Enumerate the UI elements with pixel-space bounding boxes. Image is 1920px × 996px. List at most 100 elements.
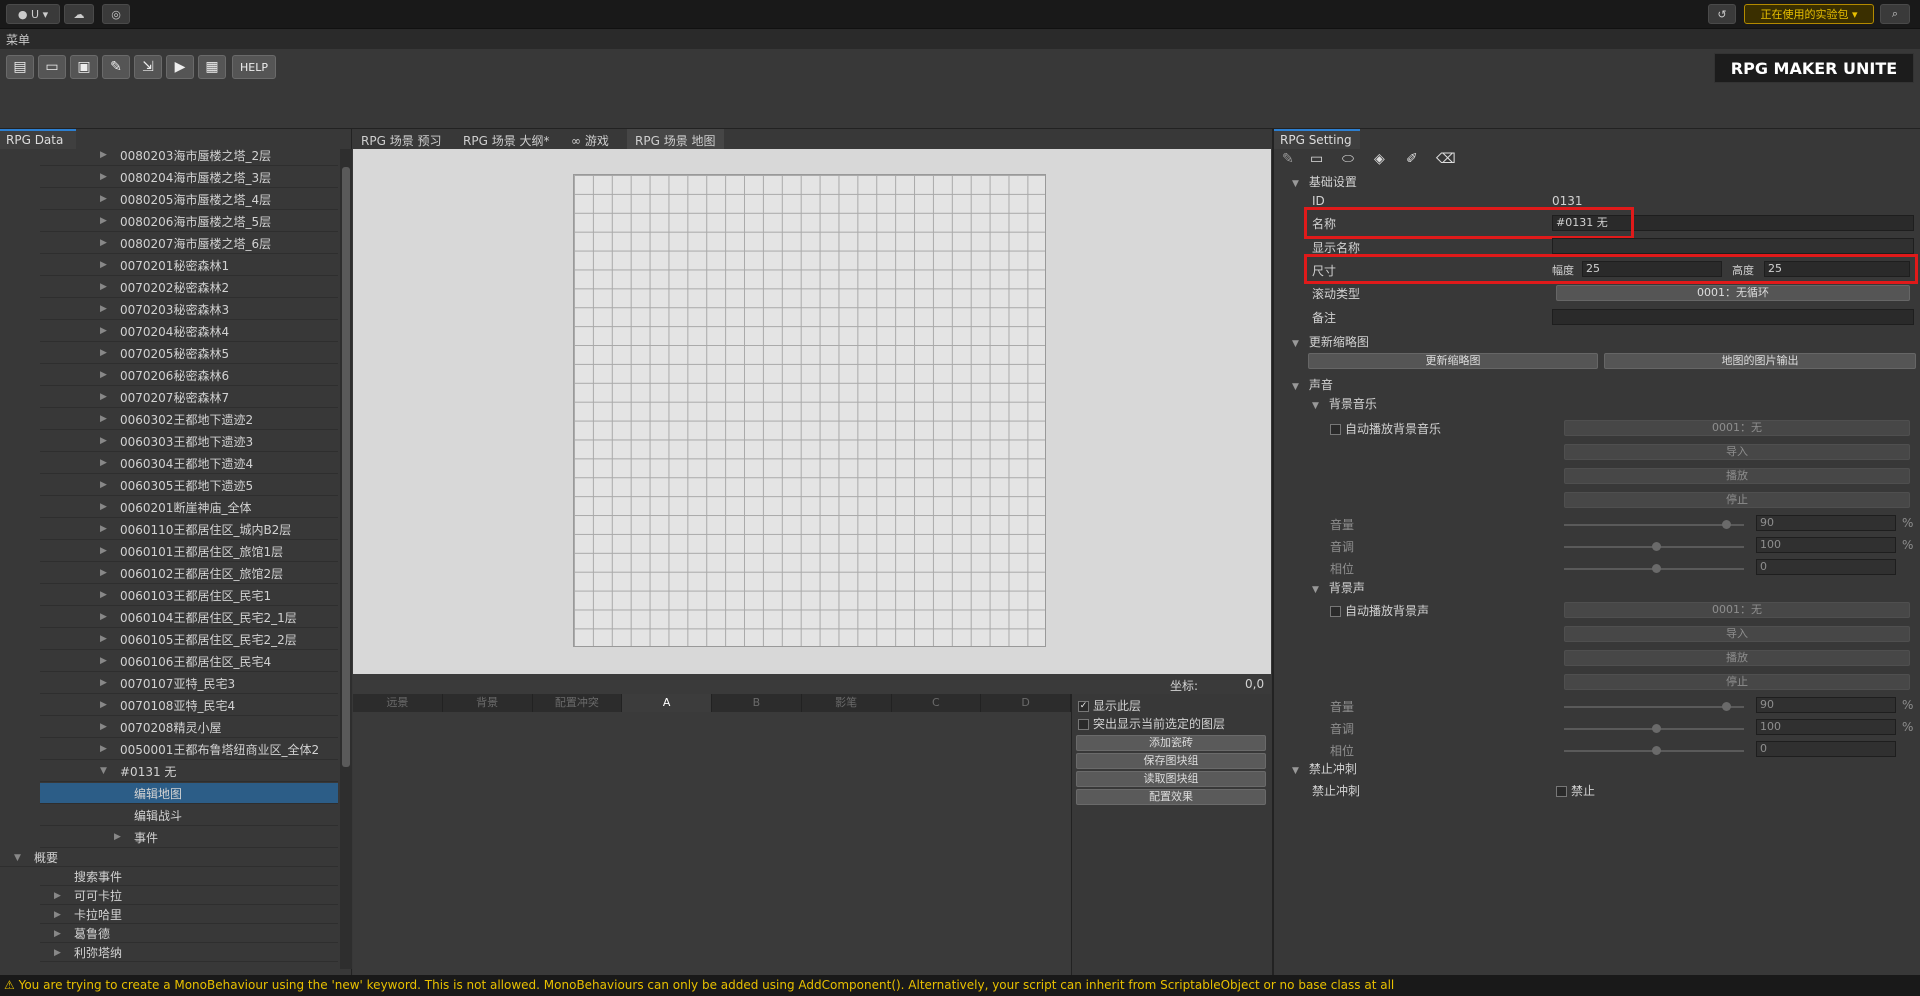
open-button[interactable]: ▭ bbox=[38, 55, 66, 79]
tree-item-map[interactable]: ▶ 0060103王都居住区_民宅1 bbox=[40, 585, 338, 606]
fill-tool-icon[interactable]: ◈ bbox=[1374, 151, 1385, 167]
tree-item-current-map[interactable]: ▼ #0131 无 bbox=[40, 761, 338, 782]
triangle-right-icon[interactable]: ▶ bbox=[100, 502, 114, 512]
section-dash[interactable]: ▼ 禁止冲刺 bbox=[1292, 760, 1357, 777]
tree-item-map[interactable]: ▶ 0060101王都居住区_旅馆1层 bbox=[40, 541, 338, 562]
bgs-play-button[interactable]: 播放 bbox=[1564, 650, 1910, 666]
triangle-right-icon[interactable]: ▶ bbox=[100, 656, 114, 666]
layer-tab[interactable]: D bbox=[981, 694, 1071, 712]
triangle-right-icon[interactable]: ▶ bbox=[100, 194, 114, 204]
show-layer-toggle[interactable]: ✓ 显示此层 bbox=[1078, 697, 1141, 714]
tree-item-overview-entry[interactable]: ▶ 可可卡拉 bbox=[40, 887, 338, 905]
triangle-right-icon[interactable]: ▶ bbox=[54, 948, 68, 958]
tree-item-map[interactable]: ▶ 0080204海市蜃楼之塔_3层 bbox=[40, 167, 338, 188]
triangle-right-icon[interactable]: ▶ bbox=[54, 891, 68, 901]
bgs-volume-field[interactable]: 90 bbox=[1756, 697, 1896, 713]
triangle-right-icon[interactable]: ▶ bbox=[100, 524, 114, 534]
collab-button[interactable]: ◎ bbox=[102, 4, 130, 24]
export-map-image-button[interactable]: 地图的图片输出 bbox=[1604, 353, 1916, 369]
triangle-right-icon[interactable]: ▶ bbox=[100, 304, 114, 314]
tree-item-map[interactable]: ▶ 0080205海市蜃楼之塔_4层 bbox=[40, 189, 338, 210]
section-basic[interactable]: ▼ 基础设置 bbox=[1292, 173, 1357, 190]
highlight-layer-toggle[interactable]: 突出显示当前选定的图层 bbox=[1078, 715, 1225, 732]
triangle-right-icon[interactable]: ▶ bbox=[100, 744, 114, 754]
rect-tool-icon[interactable]: ▭ bbox=[1310, 151, 1323, 167]
triangle-right-icon[interactable]: ▶ bbox=[100, 568, 114, 578]
triangle-right-icon[interactable]: ▶ bbox=[100, 216, 114, 226]
account-dropdown[interactable]: ● U ▾ bbox=[6, 4, 60, 24]
deploy-button[interactable]: ⇲ bbox=[134, 55, 162, 79]
update-thumbnail-button[interactable]: 更新缩略图 bbox=[1308, 353, 1598, 369]
tab-rpg-data[interactable]: RPG Data bbox=[0, 129, 76, 149]
tile-palette[interactable] bbox=[353, 712, 1071, 975]
tab-scene-outline[interactable]: RPG 场景 大纲* bbox=[455, 129, 558, 149]
brush-tool-icon[interactable]: ✐ bbox=[1406, 151, 1418, 167]
map-viewport[interactable] bbox=[353, 149, 1271, 674]
eraser-tool-icon[interactable]: ⌫ bbox=[1436, 151, 1456, 167]
triangle-right-icon[interactable]: ▶ bbox=[100, 436, 114, 446]
triangle-right-icon[interactable]: ▶ bbox=[100, 634, 114, 644]
bgm-play-button[interactable]: 播放 bbox=[1564, 468, 1910, 484]
slider-knob[interactable] bbox=[1652, 564, 1661, 573]
menu-label[interactable]: 菜单 bbox=[6, 31, 30, 48]
tree-item-map[interactable]: ▶ 0060305王都地下遗迹5 bbox=[40, 475, 338, 496]
tree-item-map[interactable]: ▶ 0070107亚特_民宅3 bbox=[40, 673, 338, 694]
triangle-right-icon[interactable]: ▶ bbox=[100, 238, 114, 248]
triangle-right-icon[interactable]: ▶ bbox=[100, 590, 114, 600]
section-sound[interactable]: ▼ 声音 bbox=[1292, 376, 1333, 393]
tree-item-overview-entry[interactable]: ▶ 葛鲁德 bbox=[40, 925, 338, 943]
tree-item-map[interactable]: ▶ 0070202秘密森林2 bbox=[40, 277, 338, 298]
triangle-right-icon[interactable]: ▶ bbox=[114, 832, 128, 842]
bgm-phase-slider[interactable] bbox=[1564, 564, 1744, 573]
tree-scrollbar[interactable] bbox=[340, 149, 352, 969]
bgm-stop-button[interactable]: 停止 bbox=[1564, 492, 1910, 508]
bgs-phase-slider[interactable] bbox=[1564, 746, 1744, 755]
save-tileset-button[interactable]: 保存图块组 bbox=[1076, 753, 1266, 769]
experimental-package-dropdown[interactable]: 正在使用的实验包 ▾ bbox=[1744, 4, 1874, 24]
tree-item-map[interactable]: ▶ 0060102王都居住区_旅馆2层 bbox=[40, 563, 338, 584]
bgs-pitch-slider[interactable] bbox=[1564, 724, 1744, 733]
triangle-right-icon[interactable]: ▶ bbox=[54, 910, 68, 920]
slider-knob[interactable] bbox=[1652, 724, 1661, 733]
triangle-right-icon[interactable]: ▶ bbox=[100, 282, 114, 292]
triangle-right-icon[interactable]: ▶ bbox=[100, 612, 114, 622]
triangle-right-icon[interactable]: ▶ bbox=[100, 150, 114, 160]
save-button[interactable]: ▣ bbox=[70, 55, 98, 79]
tree-item-map[interactable]: ▶ 0070207秘密森林7 bbox=[40, 387, 338, 408]
addon-button[interactable]: ▦ bbox=[198, 55, 226, 79]
bgm-pitch-field[interactable]: 100 bbox=[1756, 537, 1896, 553]
auto-bgm-toggle[interactable]: 自动播放背景音乐 bbox=[1330, 420, 1441, 437]
tab-scene-map[interactable]: RPG 场景 地图 bbox=[627, 129, 724, 149]
slider-knob[interactable] bbox=[1652, 542, 1661, 551]
tree-item-map[interactable]: ▶ 0060104王都居住区_民宅2_1层 bbox=[40, 607, 338, 628]
triangle-right-icon[interactable]: ▶ bbox=[100, 458, 114, 468]
tree-item-events[interactable]: ▶ 事件 bbox=[40, 827, 338, 848]
tree-item-map[interactable]: ▶ 0070206秘密森林6 bbox=[40, 365, 338, 386]
slider-knob[interactable] bbox=[1652, 746, 1661, 755]
bgm-volume-field[interactable]: 90 bbox=[1756, 515, 1896, 531]
tree-item-map[interactable]: ▶ 0060303王都地下遗迹3 bbox=[40, 431, 338, 452]
pencil-tool-icon[interactable]: ✎ bbox=[1282, 151, 1294, 167]
tree-item-map[interactable]: ▶ 0070205秘密森林5 bbox=[40, 343, 338, 364]
tab-scene-preview[interactable]: RPG 场景 预习 bbox=[353, 129, 450, 149]
bgm-import-button[interactable]: 导入 bbox=[1564, 444, 1910, 460]
tree-item-map[interactable]: ▶ 0070204秘密森林4 bbox=[40, 321, 338, 342]
slider-knob[interactable] bbox=[1722, 520, 1731, 529]
add-tile-button[interactable]: 添加瓷砖 bbox=[1076, 735, 1266, 751]
triangle-right-icon[interactable]: ▶ bbox=[100, 260, 114, 270]
tree-item-map[interactable]: ▶ 0050001王都布鲁塔纽商业区_全体2 bbox=[40, 739, 338, 760]
history-button[interactable]: ↺ bbox=[1708, 4, 1736, 24]
layer-tab[interactable]: 配置冲突 bbox=[533, 694, 623, 712]
tree-item-overview-entry[interactable]: ▶ 利弥塔纳 bbox=[40, 944, 338, 962]
new-button[interactable]: ▤ bbox=[6, 55, 34, 79]
tree-item-map[interactable]: ▶ 0060110王都居住区_城内B2层 bbox=[40, 519, 338, 540]
bgm-phase-field[interactable]: 0 bbox=[1756, 559, 1896, 575]
display-name-field[interactable] bbox=[1552, 238, 1914, 254]
bgm-volume-slider[interactable] bbox=[1564, 520, 1744, 529]
edit-button[interactable]: ✎ bbox=[102, 55, 130, 79]
triangle-down-icon[interactable]: ▼ bbox=[14, 853, 28, 863]
effect-config-button[interactable]: 配置效果 bbox=[1076, 789, 1266, 805]
layer-tab[interactable]: 背景 bbox=[443, 694, 533, 712]
triangle-right-icon[interactable]: ▶ bbox=[54, 929, 68, 939]
triangle-right-icon[interactable]: ▶ bbox=[100, 546, 114, 556]
